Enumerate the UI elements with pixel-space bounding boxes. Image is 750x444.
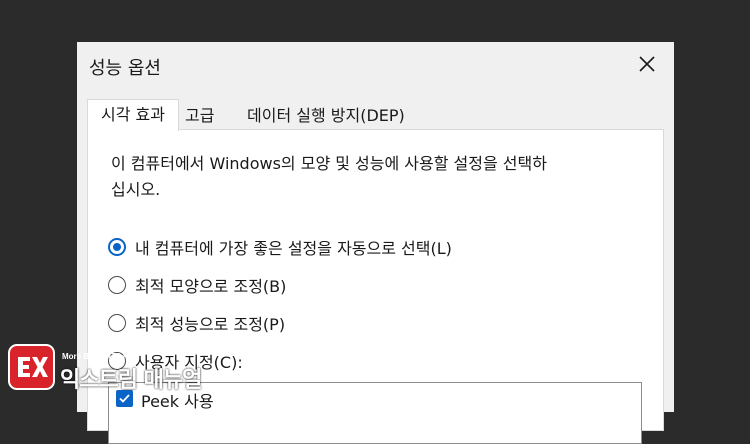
- watermark-tagline: More Better IT Life: [62, 352, 133, 361]
- dialog-title: 성능 옵션: [89, 58, 161, 79]
- close-icon: [639, 56, 655, 72]
- option-auto-best[interactable]: 내 컴퓨터에 가장 좋은 설정을 자동으로 선택(L): [108, 234, 452, 260]
- watermark-logo: [8, 344, 55, 390]
- option-label: 내 컴퓨터에 가장 좋은 설정을 자동으로 선택(L): [135, 239, 452, 258]
- panel-description: 이 컴퓨터에서 Windows의 모양 및 성능에 사용할 설정을 선택하 십시…: [111, 151, 651, 203]
- description-line-1: 이 컴퓨터에서 Windows의 모양 및 성능에 사용할 설정을 선택하: [111, 154, 547, 173]
- ex-logo-icon: [18, 357, 48, 377]
- tab-dep[interactable]: 데이터 실행 방지(DEP): [247, 103, 437, 129]
- tab-visual-effects[interactable]: 시각 효과: [87, 99, 179, 131]
- radio-icon[interactable]: [108, 314, 126, 332]
- watermark-name: 익스트림 매뉴얼: [60, 368, 202, 393]
- option-best-performance[interactable]: 최적 성능으로 조정(P): [108, 310, 285, 336]
- close-button[interactable]: [634, 51, 660, 77]
- radio-icon[interactable]: [108, 276, 126, 294]
- radio-selected-icon[interactable]: [108, 238, 126, 256]
- option-best-appearance[interactable]: 최적 모양으로 조정(B): [108, 272, 286, 298]
- performance-options-dialog: 성능 옵션 시각 효과 고급 데이터 실행 방지(DEP) 이 컴퓨터에서 Wi…: [77, 42, 674, 444]
- option-label: 최적 모양으로 조정(B): [135, 277, 287, 296]
- tab-advanced[interactable]: 고급: [185, 103, 235, 129]
- option-label: 최적 성능으로 조정(P): [135, 315, 286, 334]
- description-line-2: 십시오.: [111, 180, 161, 199]
